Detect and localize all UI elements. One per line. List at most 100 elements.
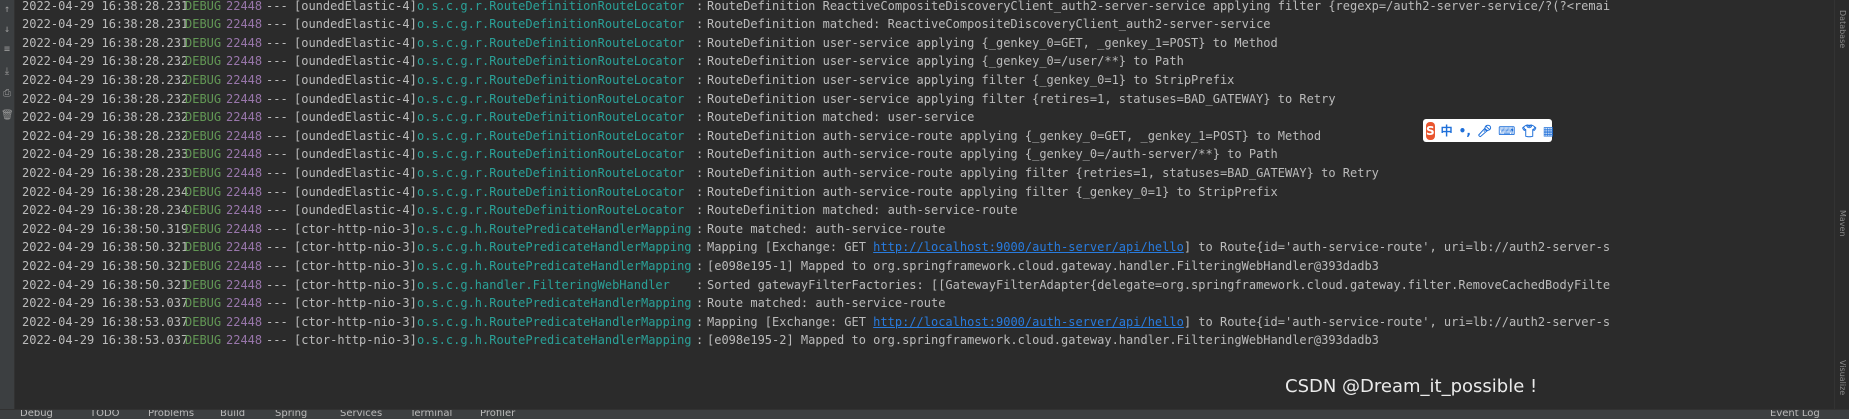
thread-name: [ctor-http-nio-3] <box>294 221 417 236</box>
logger-name: o.s.c.g.r.RouteDefinitionRouteLocator <box>417 165 685 180</box>
process-id: 22448 <box>226 184 263 199</box>
thread-name: [ctor-http-nio-3] <box>294 333 417 348</box>
scroll-down-icon[interactable]: ↓ <box>1 24 13 36</box>
language-toggle[interactable]: 中 <box>1441 122 1453 139</box>
console-output[interactable]: 2022-04-29 16:38:28.231 DEBUG 22448 --- [oun… <box>20 0 1835 412</box>
log-message-text: Route matched: auth-service-route <box>707 221 946 236</box>
keyboard-icon[interactable]: ⌨ <box>1498 124 1515 138</box>
log-message-text: RouteDefinition matched: auth-service-ro… <box>707 203 1018 218</box>
process-id: 22448 <box>226 72 263 87</box>
log-message-tail: ] to Route{id='auth-service-route', uri=… <box>1183 314 1611 329</box>
log-message: RouteDefinition matched: ReactiveComposi… <box>707 15 1271 34</box>
separator: --- <box>266 333 288 348</box>
logger-name: o.s.c.g.h.RoutePredicateHandlerMapping <box>417 296 692 311</box>
log-message: RouteDefinition matched: user-service <box>707 108 974 127</box>
log-colon: : <box>696 110 704 125</box>
sogou-logo-icon[interactable]: S <box>1426 121 1435 140</box>
log-message: RouteDefinition user-service applying fi… <box>707 90 1336 109</box>
process-id: 22448 <box>226 0 263 13</box>
right-tab-visualize[interactable]: Visualize <box>1837 360 1847 395</box>
log-colon: : <box>696 128 704 143</box>
thread-name: [oundedElastic-4] <box>294 184 417 199</box>
thread-name: [oundedElastic-4] <box>294 35 417 50</box>
log-colon: : <box>696 277 704 292</box>
log-level: DEBUG <box>185 165 222 180</box>
timestamp: 2022-04-29 16:38:28.232 <box>22 54 189 69</box>
separator: --- <box>266 221 288 236</box>
log-message: [e098e195-2] Mapped to org.springframewo… <box>707 331 1379 350</box>
skin-shirt-icon[interactable]: 👕︎ <box>1521 124 1536 138</box>
right-tab-maven[interactable]: Maven <box>1837 210 1847 237</box>
logger-name: o.s.c.g.handler.FilteringWebHandler <box>417 277 670 292</box>
scroll-to-end-icon[interactable]: ⤓ <box>1 66 13 78</box>
microphone-icon[interactable]: 🎤︎ <box>1477 124 1492 138</box>
timestamp: 2022-04-29 16:38:28.232 <box>22 91 189 106</box>
thread-name: [oundedElastic-4] <box>294 128 417 143</box>
process-id: 22448 <box>226 240 263 255</box>
log-colon: : <box>696 314 704 329</box>
ime-toolbar[interactable]: S 中 •, 🎤︎ ⌨ 👕︎ ▦ <box>1423 119 1554 142</box>
log-message: RouteDefinition auth-service-route apply… <box>707 183 1278 202</box>
log-level: DEBUG <box>185 221 222 236</box>
separator: --- <box>266 0 288 13</box>
log-message-tail: ] to Route{id='auth-service-route', uri=… <box>1183 240 1611 255</box>
separator: --- <box>266 147 288 162</box>
timestamp: 2022-04-29 16:38:28.233 <box>22 147 189 162</box>
trash-icon[interactable]: 🗑 <box>1 110 14 122</box>
log-message: Mapping [Exchange: GET http://localhost:… <box>707 313 1610 332</box>
log-colon: : <box>696 240 704 255</box>
log-message-text: Route matched: auth-service-route <box>707 296 946 311</box>
timestamp: 2022-04-29 16:38:50.321 <box>22 258 189 273</box>
log-url-link[interactable]: http://localhost:9000/auth-server/api/he… <box>873 240 1184 254</box>
process-id: 22448 <box>226 110 263 125</box>
log-message: RouteDefinition user-service applying {_… <box>707 52 1184 71</box>
log-level: DEBUG <box>185 35 222 50</box>
toolbox-grid-icon[interactable]: ▦ <box>1543 124 1554 138</box>
process-id: 22448 <box>226 17 263 32</box>
timestamp: 2022-04-29 16:38:50.321 <box>22 240 189 255</box>
right-tab-database[interactable]: Database <box>1837 10 1847 48</box>
log-url-link[interactable]: http://localhost:9000/auth-server/api/he… <box>873 315 1184 329</box>
logger-name: o.s.c.g.r.RouteDefinitionRouteLocator <box>417 72 685 87</box>
log-colon: : <box>696 35 704 50</box>
log-message-text: RouteDefinition matched: ReactiveComposi… <box>707 17 1271 32</box>
process-id: 22448 <box>226 54 263 69</box>
logger-name: o.s.c.g.r.RouteDefinitionRouteLocator <box>417 203 685 218</box>
separator: --- <box>266 110 288 125</box>
separator: --- <box>266 296 288 311</box>
scroll-up-icon[interactable]: ↑ <box>1 4 13 16</box>
log-level: DEBUG <box>185 258 222 273</box>
logger-name: o.s.c.g.r.RouteDefinitionRouteLocator <box>417 17 685 32</box>
timestamp: 2022-04-29 16:38:53.037 <box>22 333 189 348</box>
log-level: DEBUG <box>185 54 222 69</box>
logger-name: o.s.c.g.h.RoutePredicateHandlerMapping <box>417 314 692 329</box>
separator: --- <box>266 258 288 273</box>
timestamp: 2022-04-29 16:38:28.231 <box>22 35 189 50</box>
print-icon[interactable]: ⎙ <box>1 88 13 100</box>
process-id: 22448 <box>226 221 263 236</box>
log-colon: : <box>696 91 704 106</box>
log-message-text: Mapping [Exchange: GET <box>707 314 874 329</box>
timestamp: 2022-04-29 16:38:28.231 <box>22 0 189 13</box>
punctuation-icon[interactable]: •, <box>1459 124 1471 138</box>
process-id: 22448 <box>226 296 263 311</box>
log-colon: : <box>696 0 704 13</box>
log-message-text: [e098e195-1] Mapped to org.springframewo… <box>707 258 1379 273</box>
timestamp: 2022-04-29 16:38:50.321 <box>22 277 189 292</box>
log-message: RouteDefinition user-service applying {_… <box>707 34 1278 53</box>
separator: --- <box>266 277 288 292</box>
process-id: 22448 <box>226 258 263 273</box>
separator: --- <box>266 17 288 32</box>
logger-name: o.s.c.g.r.RouteDefinitionRouteLocator <box>417 35 685 50</box>
logger-name: o.s.c.g.r.RouteDefinitionRouteLocator <box>417 91 685 106</box>
timestamp: 2022-04-29 16:38:28.231 <box>22 17 189 32</box>
process-id: 22448 <box>226 91 263 106</box>
log-colon: : <box>696 17 704 32</box>
thread-name: [oundedElastic-4] <box>294 91 417 106</box>
log-colon: : <box>696 72 704 87</box>
log-level: DEBUG <box>185 72 222 87</box>
separator: --- <box>266 314 288 329</box>
soft-wrap-icon[interactable]: ≡ <box>1 44 13 56</box>
thread-name: [oundedElastic-4] <box>294 110 417 125</box>
thread-name: [oundedElastic-4] <box>294 147 417 162</box>
